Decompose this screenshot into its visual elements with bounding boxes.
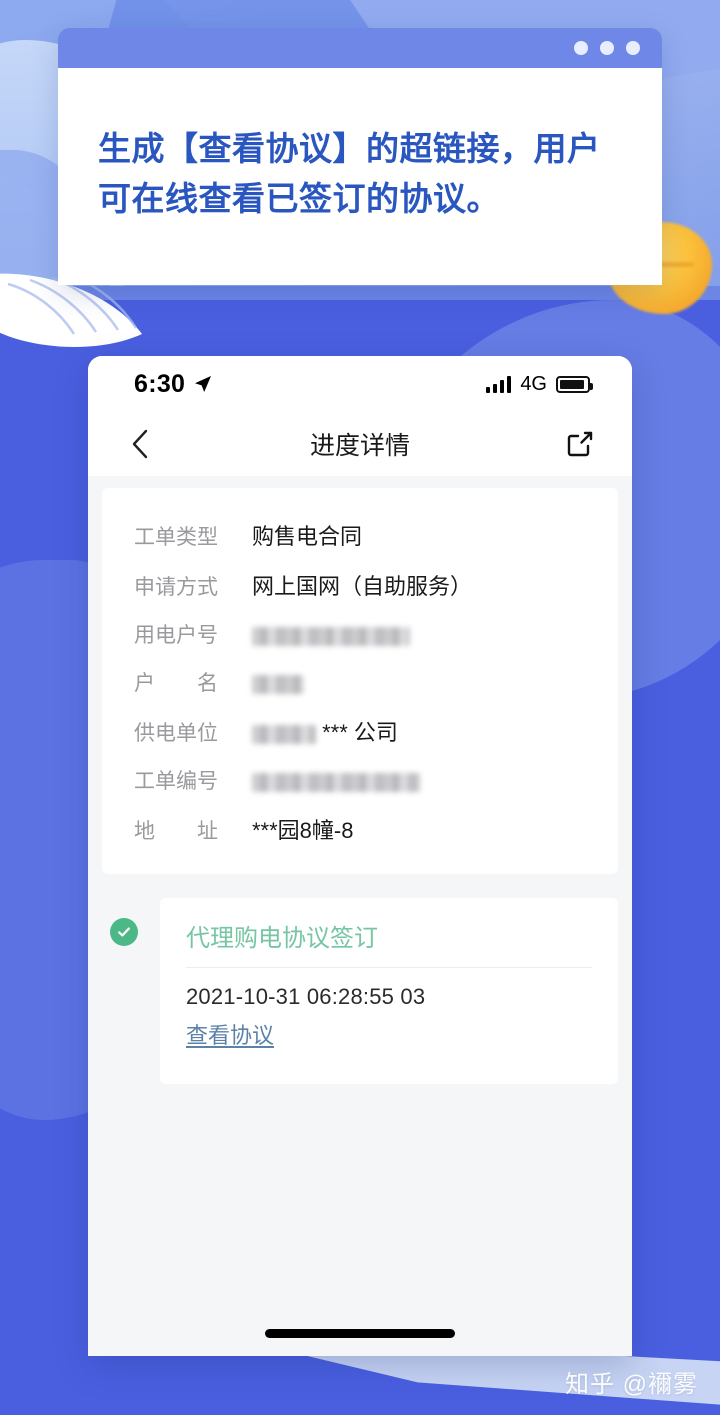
poster-root: 生成【查看协议】的超链接，用户可在线查看已签订的协议。 6:30 4G 进度详情…	[0, 0, 720, 1415]
info-value	[252, 670, 304, 696]
info-value	[252, 768, 420, 794]
info-label: 地 址	[134, 820, 218, 843]
info-value: 购售电合同	[252, 524, 363, 549]
progress-step: 代理购电协议签订 2021-10-31 06:28:55 03 查看协议	[102, 898, 618, 1084]
nav-bar: 进度详情	[88, 412, 632, 476]
info-row: 工单类型 购售电合同	[102, 510, 618, 560]
progress-step-timestamp: 2021-10-31 06:28:55 03	[186, 984, 426, 1009]
status-bar-left: 6:30	[134, 370, 212, 399]
info-value-text: *** 公司	[322, 720, 398, 745]
redacted-value	[252, 674, 304, 694]
progress-step-title: 代理购电协议签订	[186, 918, 592, 968]
signal-bars-icon	[486, 375, 512, 393]
phone-mockup: 6:30 4G 进度详情 工单类型 购售电合同 申请方式 网上国网（自助服务） …	[88, 356, 632, 1356]
info-label: 户 名	[134, 672, 218, 695]
info-label: 申请方式	[134, 576, 218, 599]
info-row: 用电户号	[102, 610, 618, 658]
location-arrow-icon	[194, 375, 212, 393]
browser-titlebar	[58, 28, 662, 68]
share-button[interactable]	[558, 422, 602, 466]
screen-body: 工单类型 购售电合同 申请方式 网上国网（自助服务） 用电户号 户 名 供电单位…	[88, 476, 632, 1356]
status-time: 6:30	[134, 369, 186, 398]
info-value: ***园8幢-8	[252, 818, 354, 843]
info-label: 供电单位	[134, 722, 218, 745]
browser-window-card: 生成【查看协议】的超链接，用户可在线查看已签订的协议。	[58, 28, 662, 285]
check-circle-icon	[110, 918, 138, 946]
window-dot-2-icon	[600, 41, 614, 55]
info-label: 工单编号	[134, 770, 218, 793]
info-row: 工单编号	[102, 756, 618, 804]
window-dot-1-icon	[574, 41, 588, 55]
info-row: 户 名	[102, 658, 618, 706]
info-row: 地 址 ***园8幢-8	[102, 804, 618, 854]
info-label: 工单类型	[134, 526, 218, 549]
headline-text: 生成【查看协议】的超链接，用户可在线查看已签订的协议。	[98, 130, 601, 217]
browser-content: 生成【查看协议】的超链接，用户可在线查看已签订的协议。	[58, 68, 662, 285]
info-row: 申请方式 网上国网（自助服务）	[102, 560, 618, 610]
window-dot-3-icon	[626, 41, 640, 55]
info-label: 用电户号	[134, 624, 218, 647]
back-button[interactable]	[118, 422, 162, 466]
info-row: 供电单位 *** 公司	[102, 706, 618, 756]
progress-step-card: 代理购电协议签订 2021-10-31 06:28:55 03 查看协议	[160, 898, 618, 1084]
status-bar-right: 4G	[486, 372, 593, 396]
order-info-card: 工单类型 购售电合同 申请方式 网上国网（自助服务） 用电户号 户 名 供电单位…	[102, 488, 618, 874]
redacted-value	[252, 724, 316, 744]
info-value	[252, 622, 410, 648]
view-agreement-link[interactable]: 查看协议	[186, 1018, 274, 1050]
info-value: *** 公司	[252, 715, 398, 747]
battery-icon	[556, 375, 593, 393]
status-bar: 6:30 4G	[88, 356, 632, 412]
redacted-value	[252, 772, 420, 792]
page-title: 进度详情	[309, 432, 410, 460]
network-label: 4G	[520, 372, 547, 395]
home-indicator	[265, 1329, 455, 1338]
redacted-value	[252, 626, 410, 646]
watermark: 知乎 @襧雾	[564, 1371, 698, 1398]
info-value: 网上国网（自助服务）	[252, 574, 473, 599]
